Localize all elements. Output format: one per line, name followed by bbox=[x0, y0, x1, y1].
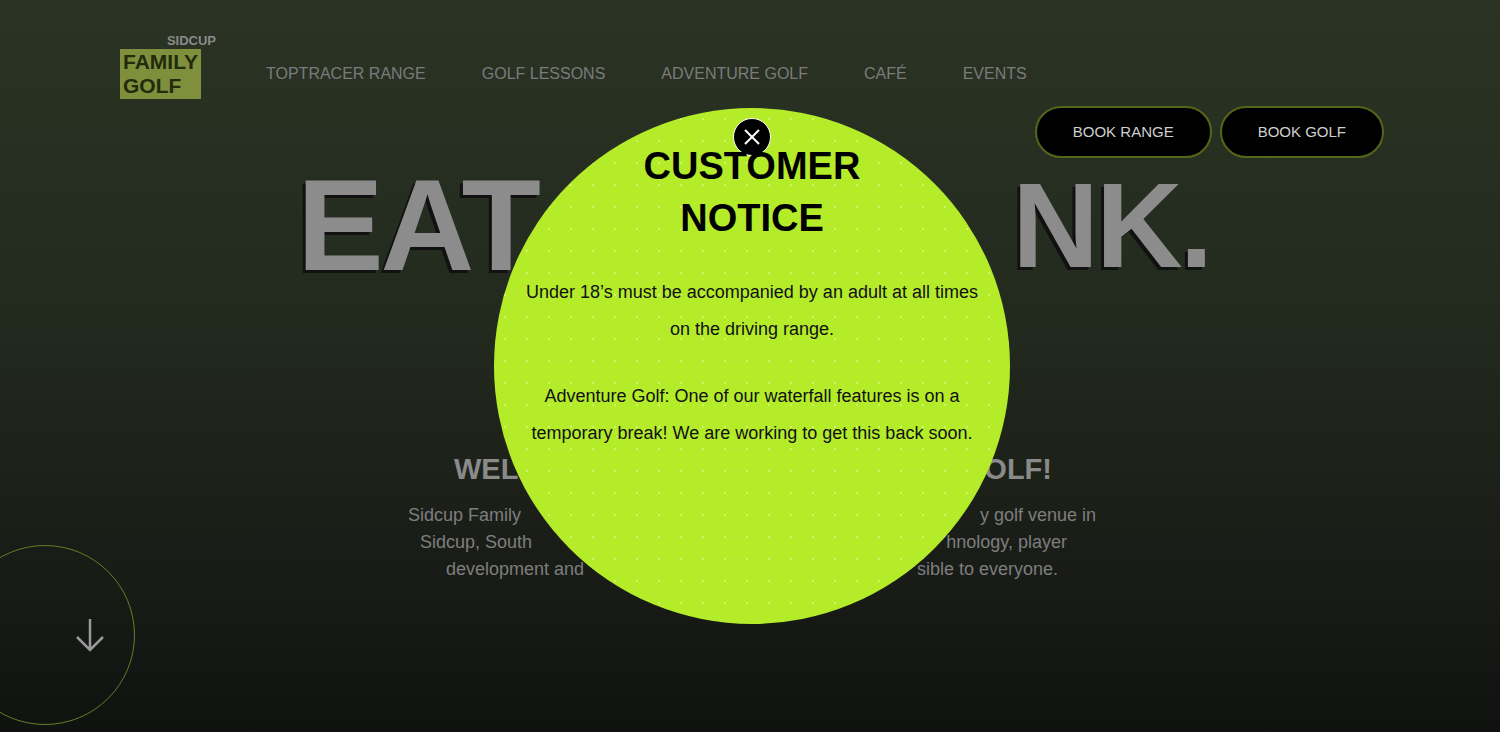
logo-block: FAMILYGOLF bbox=[120, 49, 201, 99]
headline-right: NK. bbox=[1012, 165, 1210, 285]
headline-left: EAT bbox=[297, 160, 538, 290]
logo-line: FAMILY bbox=[123, 50, 198, 74]
modal-title-line: NOTICE bbox=[680, 192, 824, 244]
nav-item[interactable]: EVENTS bbox=[963, 62, 1027, 86]
scroll-down-button[interactable] bbox=[0, 545, 135, 725]
nav-item[interactable]: CAFÉ bbox=[864, 62, 907, 86]
logo[interactable]: SIDCUPFAMILYGOLF bbox=[120, 34, 216, 99]
modal-title: CUSTOMERNOTICE bbox=[644, 140, 861, 244]
intro-right: hnology, player bbox=[946, 529, 1067, 556]
nav-item[interactable]: GOLF LESSONS bbox=[482, 62, 606, 86]
nav-item[interactable]: ADVENTURE GOLF bbox=[661, 62, 808, 86]
close-icon bbox=[743, 128, 761, 146]
modal-paragraph: Adventure Golf: One of our waterfall fea… bbox=[517, 378, 987, 452]
modal-title-line: CUSTOMER bbox=[644, 140, 861, 192]
logo-line: GOLF bbox=[123, 74, 198, 98]
intro-right: sible to everyone. bbox=[917, 556, 1058, 583]
intro-left: Sidcup, South bbox=[420, 529, 532, 556]
intro-left: Sidcup Family bbox=[408, 502, 521, 529]
book-button[interactable]: BOOK RANGE bbox=[1035, 106, 1212, 158]
modal-body: Under 18’s must be accompanied by an adu… bbox=[517, 274, 987, 452]
book-button[interactable]: BOOK GOLF bbox=[1220, 106, 1384, 158]
customer-notice-modal: CUSTOMERNOTICE Under 18’s must be accompa… bbox=[494, 108, 1010, 624]
logo-top: SIDCUP bbox=[167, 34, 216, 48]
nav-item[interactable]: TOPTRACER RANGE bbox=[266, 62, 426, 86]
main-nav: TOPTRACER RANGE GOLF LESSONS ADVENTURE GOL… bbox=[216, 34, 1384, 86]
welcome-right: OLF! bbox=[984, 448, 1052, 492]
intro-left: development and bbox=[446, 556, 584, 583]
modal-paragraph: Under 18’s must be accompanied by an adu… bbox=[517, 274, 987, 348]
arrow-down-icon bbox=[74, 617, 106, 653]
intro-right: y golf venue in bbox=[980, 502, 1096, 529]
